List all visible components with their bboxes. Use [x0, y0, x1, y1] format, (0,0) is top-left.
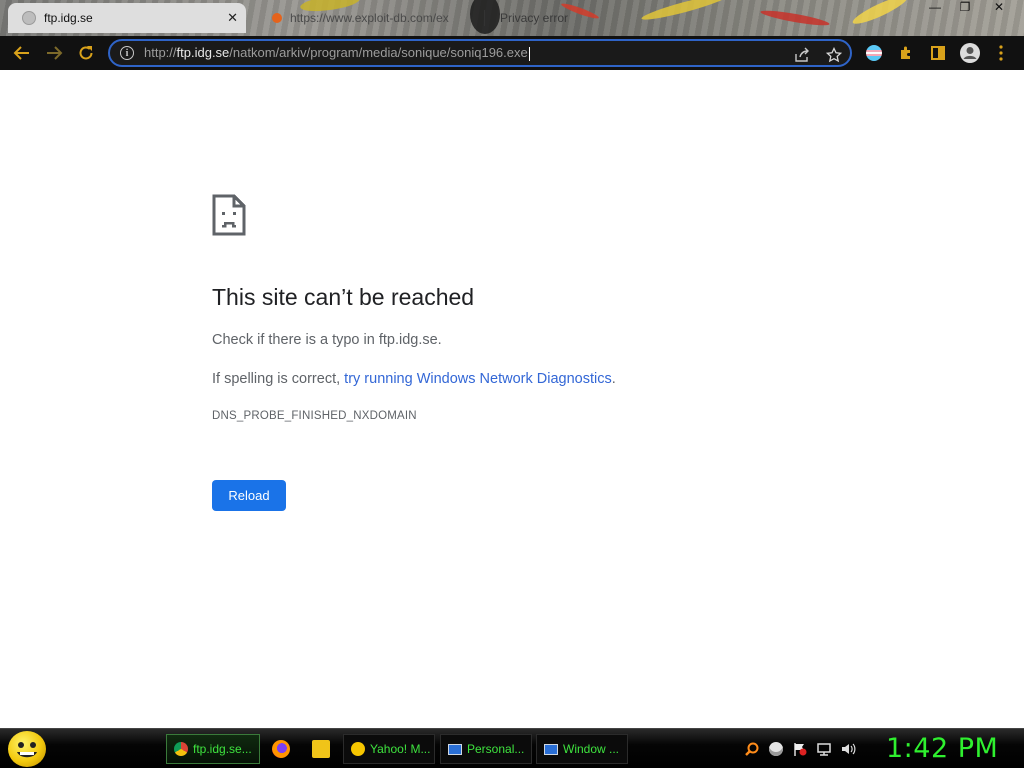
monitor-icon — [447, 741, 463, 757]
tab-strip: ftp.idg.se ✕ https://www.exploit-db.com/… — [0, 0, 1024, 36]
tab-label: Privacy error — [500, 11, 569, 25]
network-icon[interactable] — [816, 741, 832, 757]
error-code: DNS_PROBE_FINISHED_NXDOMAIN — [212, 410, 417, 422]
profile-flag-icon[interactable] — [862, 41, 886, 65]
sad-document-icon — [212, 194, 246, 236]
chrome-icon — [173, 741, 189, 757]
taskbar-item-window[interactable]: Window ... — [536, 734, 628, 764]
network-diagnostics-link[interactable]: try running Windows Network Diagnostics — [344, 371, 612, 387]
arrow-right-icon — [47, 46, 63, 60]
start-button[interactable] — [8, 731, 46, 767]
browser-toolbar: i http://ftp.idg.se/natkom/arkiv/program… — [0, 36, 1024, 70]
taskbar-item-chrome[interactable]: ftp.idg.se... — [166, 734, 260, 764]
folder-icon[interactable] — [312, 740, 330, 758]
yahoo-smiley-icon — [350, 741, 366, 757]
refresh-icon — [79, 46, 93, 60]
share-icon[interactable] — [792, 45, 812, 65]
close-window-icon[interactable]: ✕ — [986, 0, 1012, 16]
monitor-icon — [543, 741, 559, 757]
tab-exploit-db[interactable]: https://www.exploit-db.com/ex — [258, 3, 473, 33]
taskbar-item-personal[interactable]: Personal... — [440, 734, 532, 764]
reload-button[interactable]: Reload — [212, 480, 286, 511]
search-icon[interactable] — [744, 741, 760, 757]
tab-separator — [484, 10, 485, 26]
globe-icon — [22, 11, 36, 25]
restore-icon[interactable]: ❐ — [952, 0, 978, 16]
action-center-flag-icon[interactable] — [792, 741, 808, 757]
account-avatar-icon[interactable] — [958, 41, 982, 65]
typo-hint: Check if there is a typo in ftp.idg.se. — [212, 332, 442, 348]
taskbar-clock[interactable]: 1:42 PM — [886, 733, 998, 764]
error-title: This site can’t be reached — [212, 284, 475, 310]
address-bar[interactable]: i http://ftp.idg.se/natkom/arkiv/program… — [108, 39, 852, 67]
taskbar-item-yahoo[interactable]: Yahoo! M... — [343, 734, 435, 764]
back-button[interactable] — [10, 41, 34, 65]
extensions-puzzle-icon[interactable] — [894, 41, 918, 65]
tab-ftp-idg[interactable]: ftp.idg.se ✕ — [8, 3, 246, 33]
tab-label: ftp.idg.se — [44, 11, 93, 25]
volume-icon[interactable] — [840, 741, 856, 757]
tab-close-icon[interactable]: ✕ — [227, 10, 238, 26]
forward-button[interactable] — [42, 41, 66, 65]
messenger-icon[interactable] — [768, 741, 784, 757]
error-page: This site can’t be reached Check if ther… — [0, 70, 1024, 728]
side-panel-icon[interactable] — [926, 41, 950, 65]
smiley-icon — [17, 742, 37, 758]
star-icon[interactable] — [824, 45, 844, 65]
menu-kebab-icon[interactable] — [994, 41, 1008, 65]
tab-label: https://www.exploit-db.com/ex — [290, 11, 449, 25]
address-url[interactable]: http://ftp.idg.se/natkom/arkiv/program/m… — [144, 45, 530, 61]
tab-privacy-error[interactable]: Privacy error — [486, 3, 636, 33]
arrow-left-icon — [13, 46, 29, 60]
reload-toolbar-button[interactable] — [74, 41, 98, 65]
taskbar: ftp.idg.se... Yahoo! M... Personal... Wi… — [0, 728, 1024, 768]
diagnostics-hint: If spelling is correct, try running Wind… — [212, 371, 616, 387]
exploit-db-favicon-icon — [272, 13, 282, 23]
firefox-icon[interactable] — [272, 740, 290, 758]
minimize-icon[interactable]: — — [922, 0, 948, 16]
info-icon[interactable]: i — [120, 46, 134, 60]
